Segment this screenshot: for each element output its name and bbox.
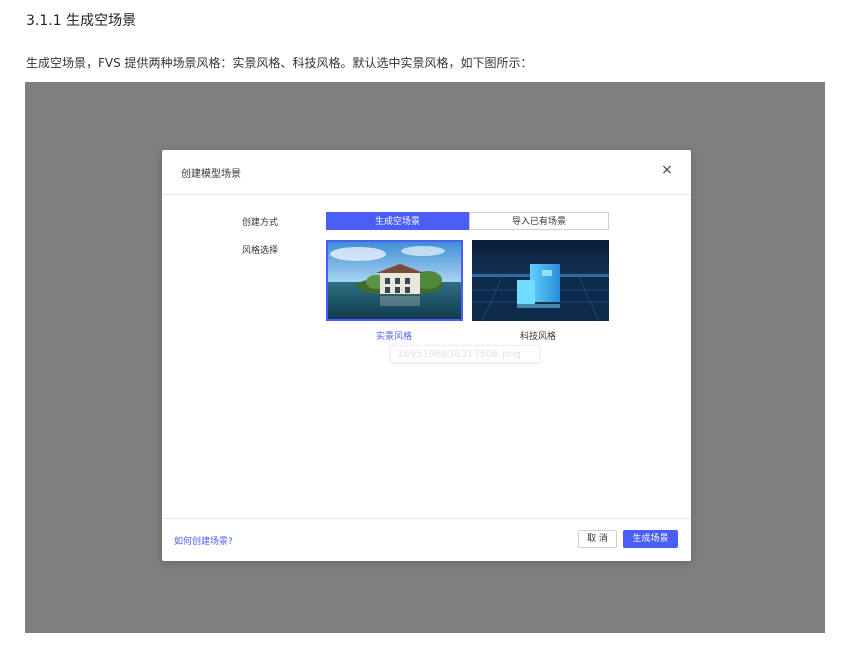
realistic-style-thumbnail bbox=[328, 242, 461, 319]
filename-watermark: 1695196838317508.png bbox=[390, 345, 540, 363]
tech-style-thumbnail bbox=[472, 240, 609, 321]
section-heading: 3.1.1 生成空场景 bbox=[26, 13, 137, 29]
style-card-tech[interactable] bbox=[472, 240, 609, 321]
generate-scene-button[interactable]: 生成场景 bbox=[623, 530, 678, 548]
style-label: 风格选择 bbox=[242, 246, 279, 256]
dialog-title: 创建模型场景 bbox=[181, 169, 241, 180]
style-caption-tech: 科技风格 bbox=[520, 332, 557, 342]
help-link[interactable]: 如何创建场景? bbox=[174, 534, 233, 547]
embedded-screenshot: 创建模型场景 × 创建方式 生成空场景 导入已有场景 风格选择 实景风格 科技风… bbox=[25, 82, 825, 633]
style-caption-realistic: 实景风格 bbox=[376, 332, 413, 342]
method-option-empty-scene[interactable]: 生成空场景 bbox=[326, 212, 469, 230]
cancel-button[interactable]: 取 消 bbox=[578, 530, 617, 548]
close-icon[interactable]: × bbox=[659, 161, 675, 179]
method-label: 创建方式 bbox=[242, 218, 279, 228]
intro-paragraph: 生成空场景，FVS 提供两种场景风格：实景风格、科技风格。默认选中实景风格，如下… bbox=[26, 56, 533, 70]
method-option-import-scene[interactable]: 导入已有场景 bbox=[469, 212, 609, 230]
dialog-header: 创建模型场景 × bbox=[162, 150, 691, 195]
create-scene-dialog: 创建模型场景 × 创建方式 生成空场景 导入已有场景 风格选择 实景风格 科技风… bbox=[162, 150, 691, 561]
dialog-footer: 如何创建场景? 取 消 生成场景 bbox=[162, 518, 691, 561]
style-card-realistic[interactable] bbox=[326, 240, 463, 321]
